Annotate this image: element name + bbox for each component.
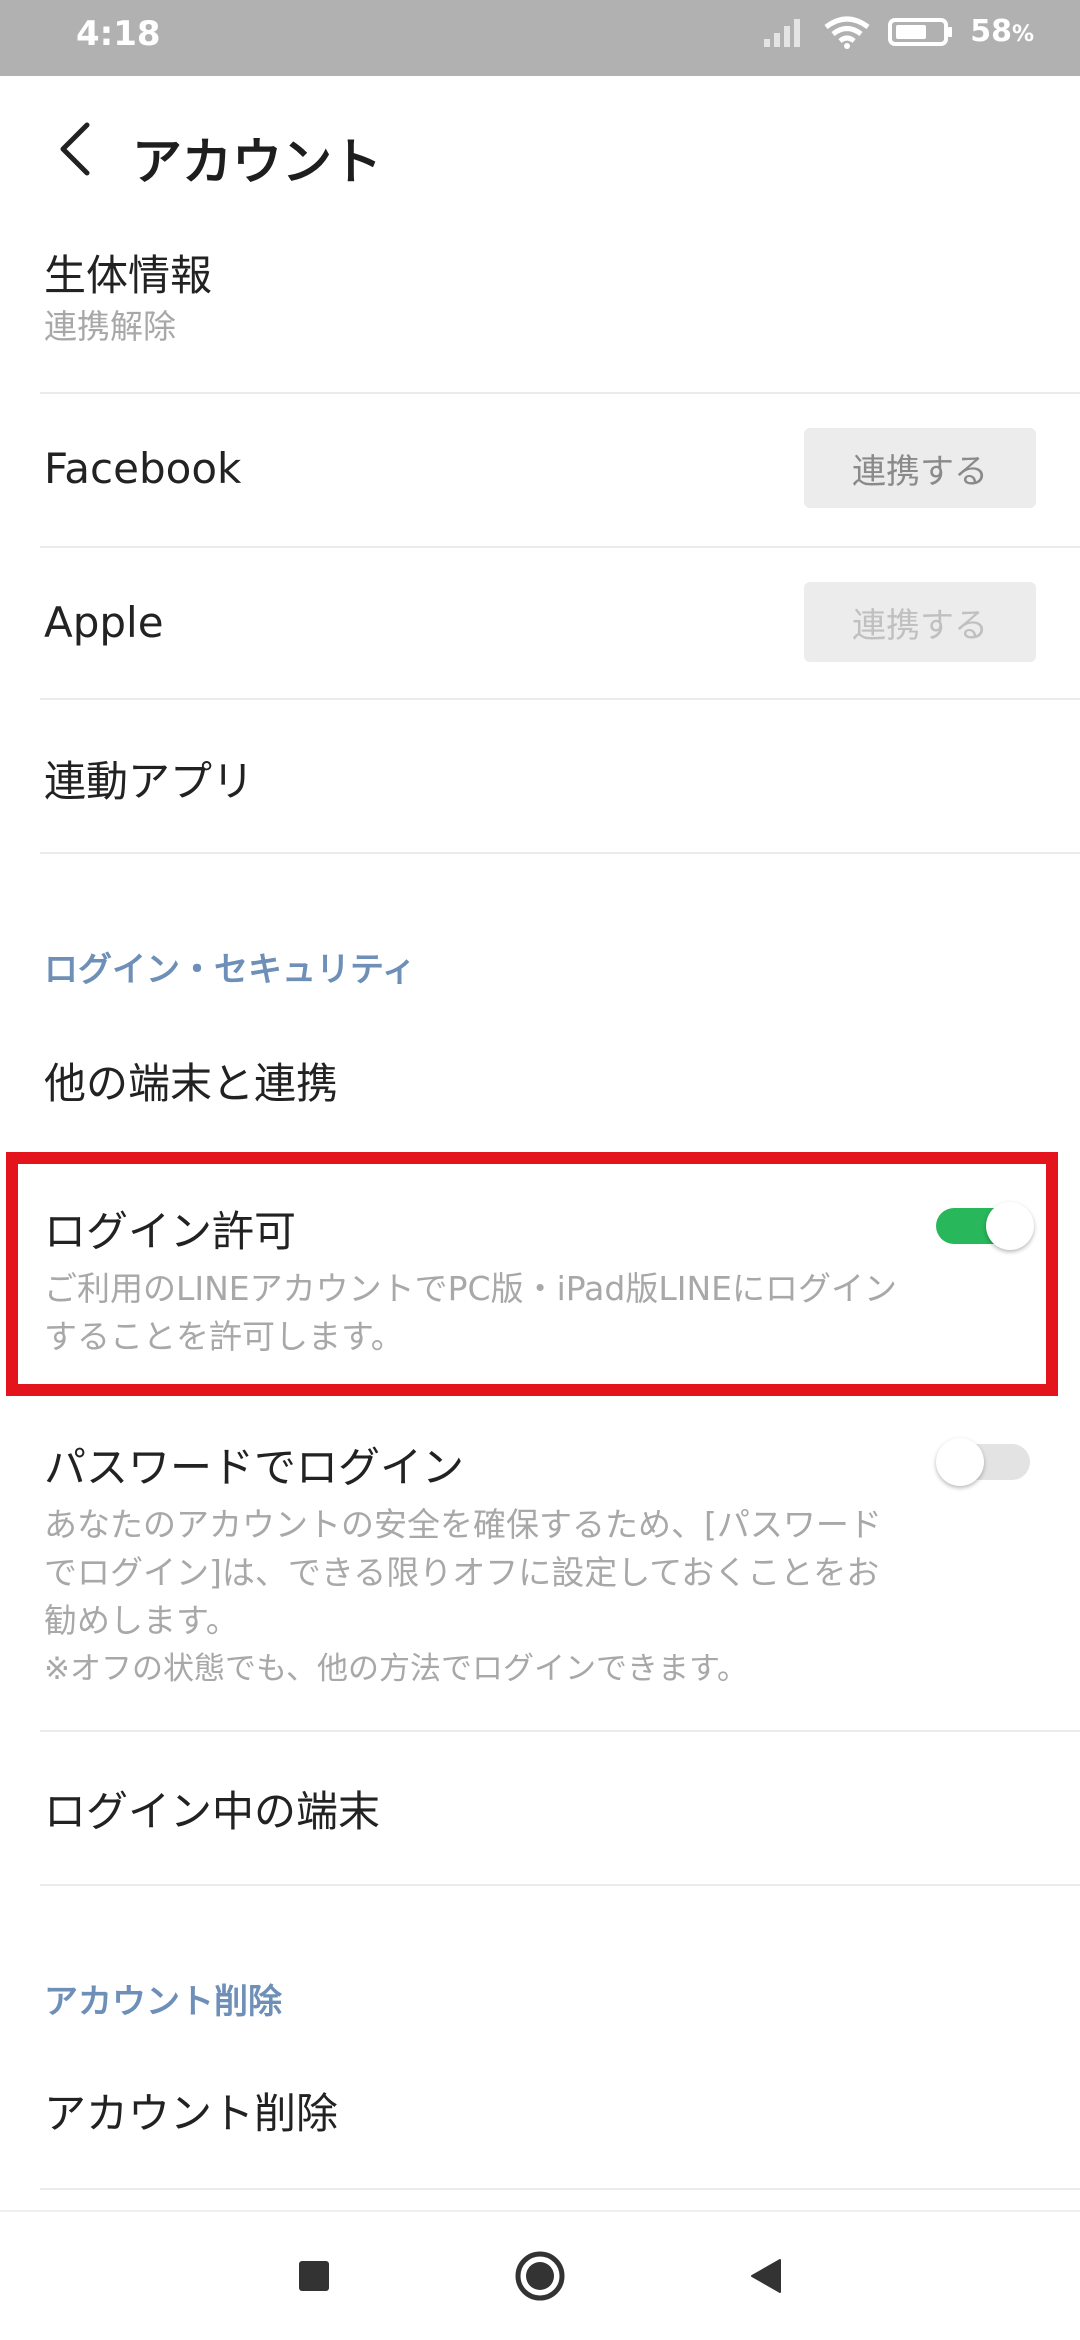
recent-apps-button[interactable]: [284, 2248, 344, 2308]
section-title-login-security: ログイン・セキュリティ: [44, 950, 416, 990]
signal-icon: [762, 17, 806, 47]
section-title-account-delete: アカウント削除: [44, 1982, 282, 2022]
status-icons: 58%: [762, 14, 1034, 49]
back-button[interactable]: [40, 116, 110, 186]
password-login-desc-line2: でログイン]は、できる限りオフに設定しておくことをお: [44, 1553, 880, 1592]
facebook-link-button[interactable]: 連携する: [804, 428, 1036, 508]
highlight-frame: [6, 1152, 1058, 1396]
password-login-desc-line3: 勧めします。: [44, 1601, 239, 1640]
other-devices-row[interactable]: 他の端末と連携: [0, 1010, 1080, 1152]
apple-link-button[interactable]: 連携する: [804, 582, 1036, 662]
password-login-toggle[interactable]: [936, 1438, 1032, 1486]
linked-apps-row[interactable]: 連動アプリ: [0, 700, 1080, 852]
password-login-desc-line4: ※オフの状態でも、他の方法でログインできます。: [44, 1651, 748, 1687]
page-title: アカウント: [132, 133, 382, 191]
back-icon: [55, 121, 95, 181]
recent-apps-icon: [297, 2259, 331, 2297]
account-delete-label: アカウント削除: [44, 2089, 339, 2138]
battery-icon: [888, 17, 954, 47]
biometrics-row[interactable]: 生体情報 連携解除: [0, 226, 1080, 394]
home-button[interactable]: [510, 2248, 570, 2308]
password-login-desc-line1: あなたのアカウントの安全を確保するため、[パスワード: [44, 1505, 882, 1544]
status-time: 4:18: [76, 14, 161, 54]
home-icon: [514, 2250, 566, 2306]
divider: [40, 1884, 1080, 1886]
logged-in-devices-label: ログイン中の端末: [44, 1787, 381, 1836]
logged-in-devices-row[interactable]: ログイン中の端末: [0, 1732, 1080, 1884]
facebook-label: Facebook: [44, 444, 242, 493]
status-bar: 4:18 58%: [0, 0, 1080, 76]
back-nav-icon: [746, 2256, 786, 2300]
wifi-icon: [822, 15, 872, 49]
app-header: アカウント: [0, 76, 1080, 226]
biometrics-status: 連携解除: [44, 307, 176, 346]
toggle-knob: [936, 1438, 984, 1486]
divider: [40, 852, 1080, 854]
divider: [40, 2188, 1080, 2190]
back-nav-button[interactable]: [736, 2248, 796, 2308]
account-delete-row[interactable]: アカウント削除: [0, 2040, 1080, 2190]
password-login-row: パスワードでログイン あなたのアカウントの安全を確保するため、[パスワード でロ…: [0, 1400, 1080, 1730]
facebook-row: Facebook 連携する: [0, 394, 1080, 546]
battery-percent: 58%: [970, 14, 1034, 49]
system-nav-bar: [0, 2210, 1080, 2340]
apple-row: Apple 連携する: [0, 548, 1080, 698]
biometrics-label: 生体情報: [44, 251, 213, 300]
apple-label: Apple: [44, 598, 164, 647]
linked-apps-label: 連動アプリ: [44, 757, 255, 806]
password-login-label: パスワードでログイン: [44, 1443, 465, 1492]
other-devices-label: 他の端末と連携: [44, 1059, 339, 1108]
